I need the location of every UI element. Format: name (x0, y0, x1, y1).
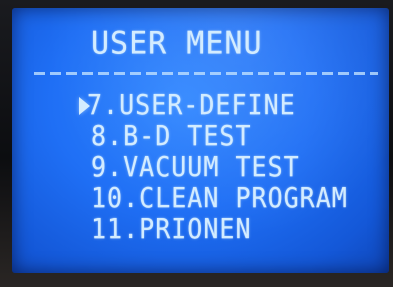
menu-title: USER MENU (91, 25, 263, 62)
title-divider (34, 72, 378, 75)
menu-item-prionen[interactable]: 11.PRIONEN (91, 212, 252, 244)
menu-item-user-define[interactable]: 7.USER-DEFINE (87, 88, 296, 120)
lcd-screen: USER MENU 7.USER-DEFINE 8.B-D TEST 9.VAC… (12, 8, 389, 273)
menu-item-clean-program[interactable]: 10.CLEAN PROGRAM (91, 181, 348, 213)
menu-item-vacuum-test[interactable]: 9.VACUUM TEST (91, 150, 300, 182)
menu-item-bd-test[interactable]: 8.B-D TEST (91, 119, 252, 151)
